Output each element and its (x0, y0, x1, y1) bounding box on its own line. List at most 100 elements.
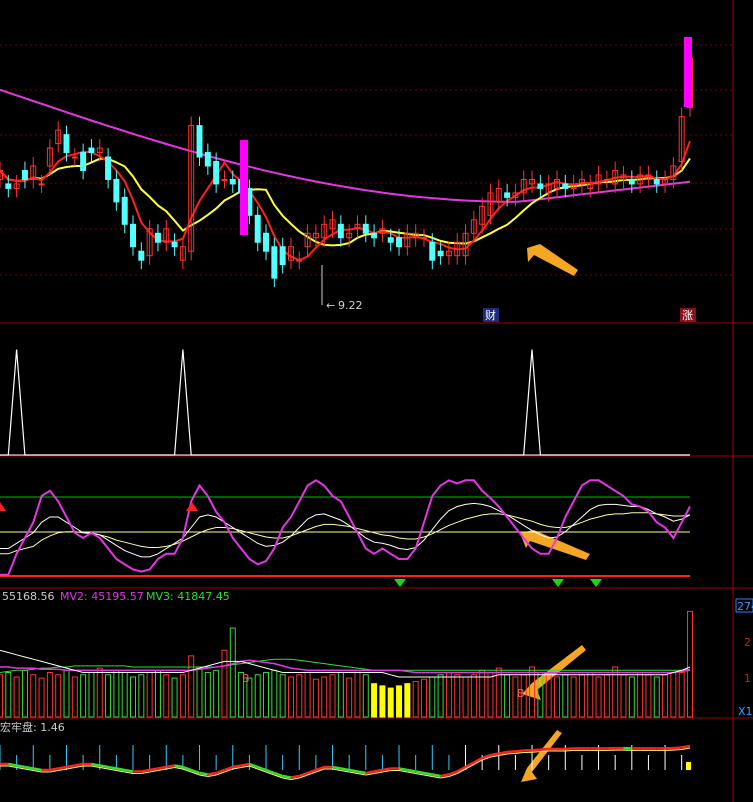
osc-down-marker-1 (552, 579, 564, 587)
candle-body (154, 232, 161, 243)
bottom-indicator-segment (507, 750, 516, 754)
volume-bar (196, 666, 203, 718)
volume-bar (470, 674, 477, 718)
mv3-label: MV3: 41847.45 (146, 590, 230, 603)
volume-bar (188, 655, 195, 718)
bottom-indicator-segment (565, 747, 574, 751)
bottom-indicator-segment (232, 764, 242, 769)
volume-bar (130, 676, 137, 718)
right-value-1: 274 (737, 600, 753, 613)
candle-body (38, 183, 45, 186)
osc-down-marker-0 (394, 579, 406, 587)
osc-down-marker-2 (590, 579, 602, 587)
candle-body (71, 156, 78, 159)
volume-bar (462, 676, 469, 718)
bottom-indicator-title: 宏牢盘: 1.46 (0, 720, 65, 734)
volume-bar (687, 610, 693, 718)
volume-bar (71, 676, 78, 718)
volume-bar (163, 674, 170, 718)
bottom-indicator-segment (57, 765, 67, 770)
spike-bar-1 (240, 140, 248, 235)
volume-bar (396, 685, 403, 718)
volume-bar (553, 676, 560, 718)
volume-bar (88, 672, 95, 718)
bottom-indicator-segment (16, 764, 26, 769)
volume-bar (420, 678, 427, 718)
volume-bar (562, 674, 569, 718)
volume-bar (30, 674, 37, 718)
volume-bar (55, 674, 62, 718)
bottom-indicator-segment (174, 764, 184, 769)
volume-bar (171, 677, 178, 718)
bottom-indicator-segment (423, 771, 433, 776)
bottom-indicator-segment (365, 770, 375, 775)
candle-body (504, 192, 511, 198)
volume-bar (587, 672, 594, 718)
bottom-indicator-segment (490, 752, 500, 757)
bottom-indicator-segment (116, 767, 125, 772)
bottom-indicator-segment (66, 764, 76, 769)
bottom-indicator-segment (290, 774, 300, 779)
spike-bar-2 (684, 37, 692, 107)
volume-bar (105, 674, 112, 718)
volume-bar (570, 676, 577, 718)
candle-body (105, 156, 112, 180)
bottom-indicator-segment (8, 762, 17, 767)
volume-bar (96, 667, 103, 718)
volume-bar (221, 649, 228, 718)
volume-bar (337, 672, 344, 718)
volume-bar (254, 674, 261, 718)
bottom-indicator-segment (33, 767, 42, 772)
bottom-indicator-segment (440, 773, 450, 778)
candle-body (80, 152, 87, 171)
volume-bar (304, 672, 311, 718)
bottom-indicator-segment (340, 767, 350, 772)
volume-bar (279, 674, 286, 718)
bottom-indicator-segment (673, 746, 682, 750)
volume-bar (179, 674, 186, 718)
bottom-indicator-shadow (515, 752, 524, 754)
volume-panel (0, 610, 693, 718)
osc-up-marker-1 (186, 502, 198, 511)
candle-body (204, 152, 211, 167)
candle-body (271, 246, 278, 279)
annotation-arrow-price (527, 244, 578, 276)
volume-bar (287, 676, 294, 718)
bottom-indicator-segment (149, 767, 159, 772)
candle-body (537, 183, 544, 189)
bottom-indicator-segment (282, 774, 292, 779)
vol-marker-1: B (242, 672, 250, 685)
volume-bar (429, 676, 436, 718)
volume-bar (213, 669, 220, 718)
bottom-indicator-segment (382, 767, 391, 772)
volume-bar (454, 674, 461, 718)
price-panel (0, 37, 693, 288)
candle-body (229, 178, 236, 185)
volume-bar (46, 672, 53, 718)
candle-body (171, 241, 178, 248)
bottom-indicator-segment (124, 768, 134, 773)
osc-slow-line (0, 512, 691, 555)
volume-bar (229, 627, 236, 718)
signal-panel (0, 349, 690, 456)
volume-bar (154, 669, 161, 718)
event-badge-finance-label: 财 (485, 308, 496, 322)
stock-chart: ← 9.22 财 涨 55168.56 MV2: 45195.57 MV3: 4… (0, 0, 753, 802)
bottom-indicator-segment (498, 750, 508, 755)
candle-body (337, 223, 344, 239)
bottom-indicator-segment (357, 770, 367, 775)
bottom-indicator-segment (332, 765, 342, 770)
volume-bar (121, 672, 128, 718)
bottom-indicator-shadow (532, 751, 541, 753)
bottom-indicator-segment (531, 748, 541, 752)
low-price-label: 9.22 (338, 299, 363, 312)
volume-bar (371, 683, 378, 718)
volume-bar (362, 674, 369, 718)
volume-bar (354, 669, 361, 718)
volume-bar (63, 669, 70, 718)
volume-bar (312, 678, 319, 718)
volume-bar (80, 674, 87, 718)
bottom-indicator-segment (157, 765, 167, 770)
bottom-indicator-segment (240, 762, 250, 767)
candle-body (562, 183, 569, 189)
